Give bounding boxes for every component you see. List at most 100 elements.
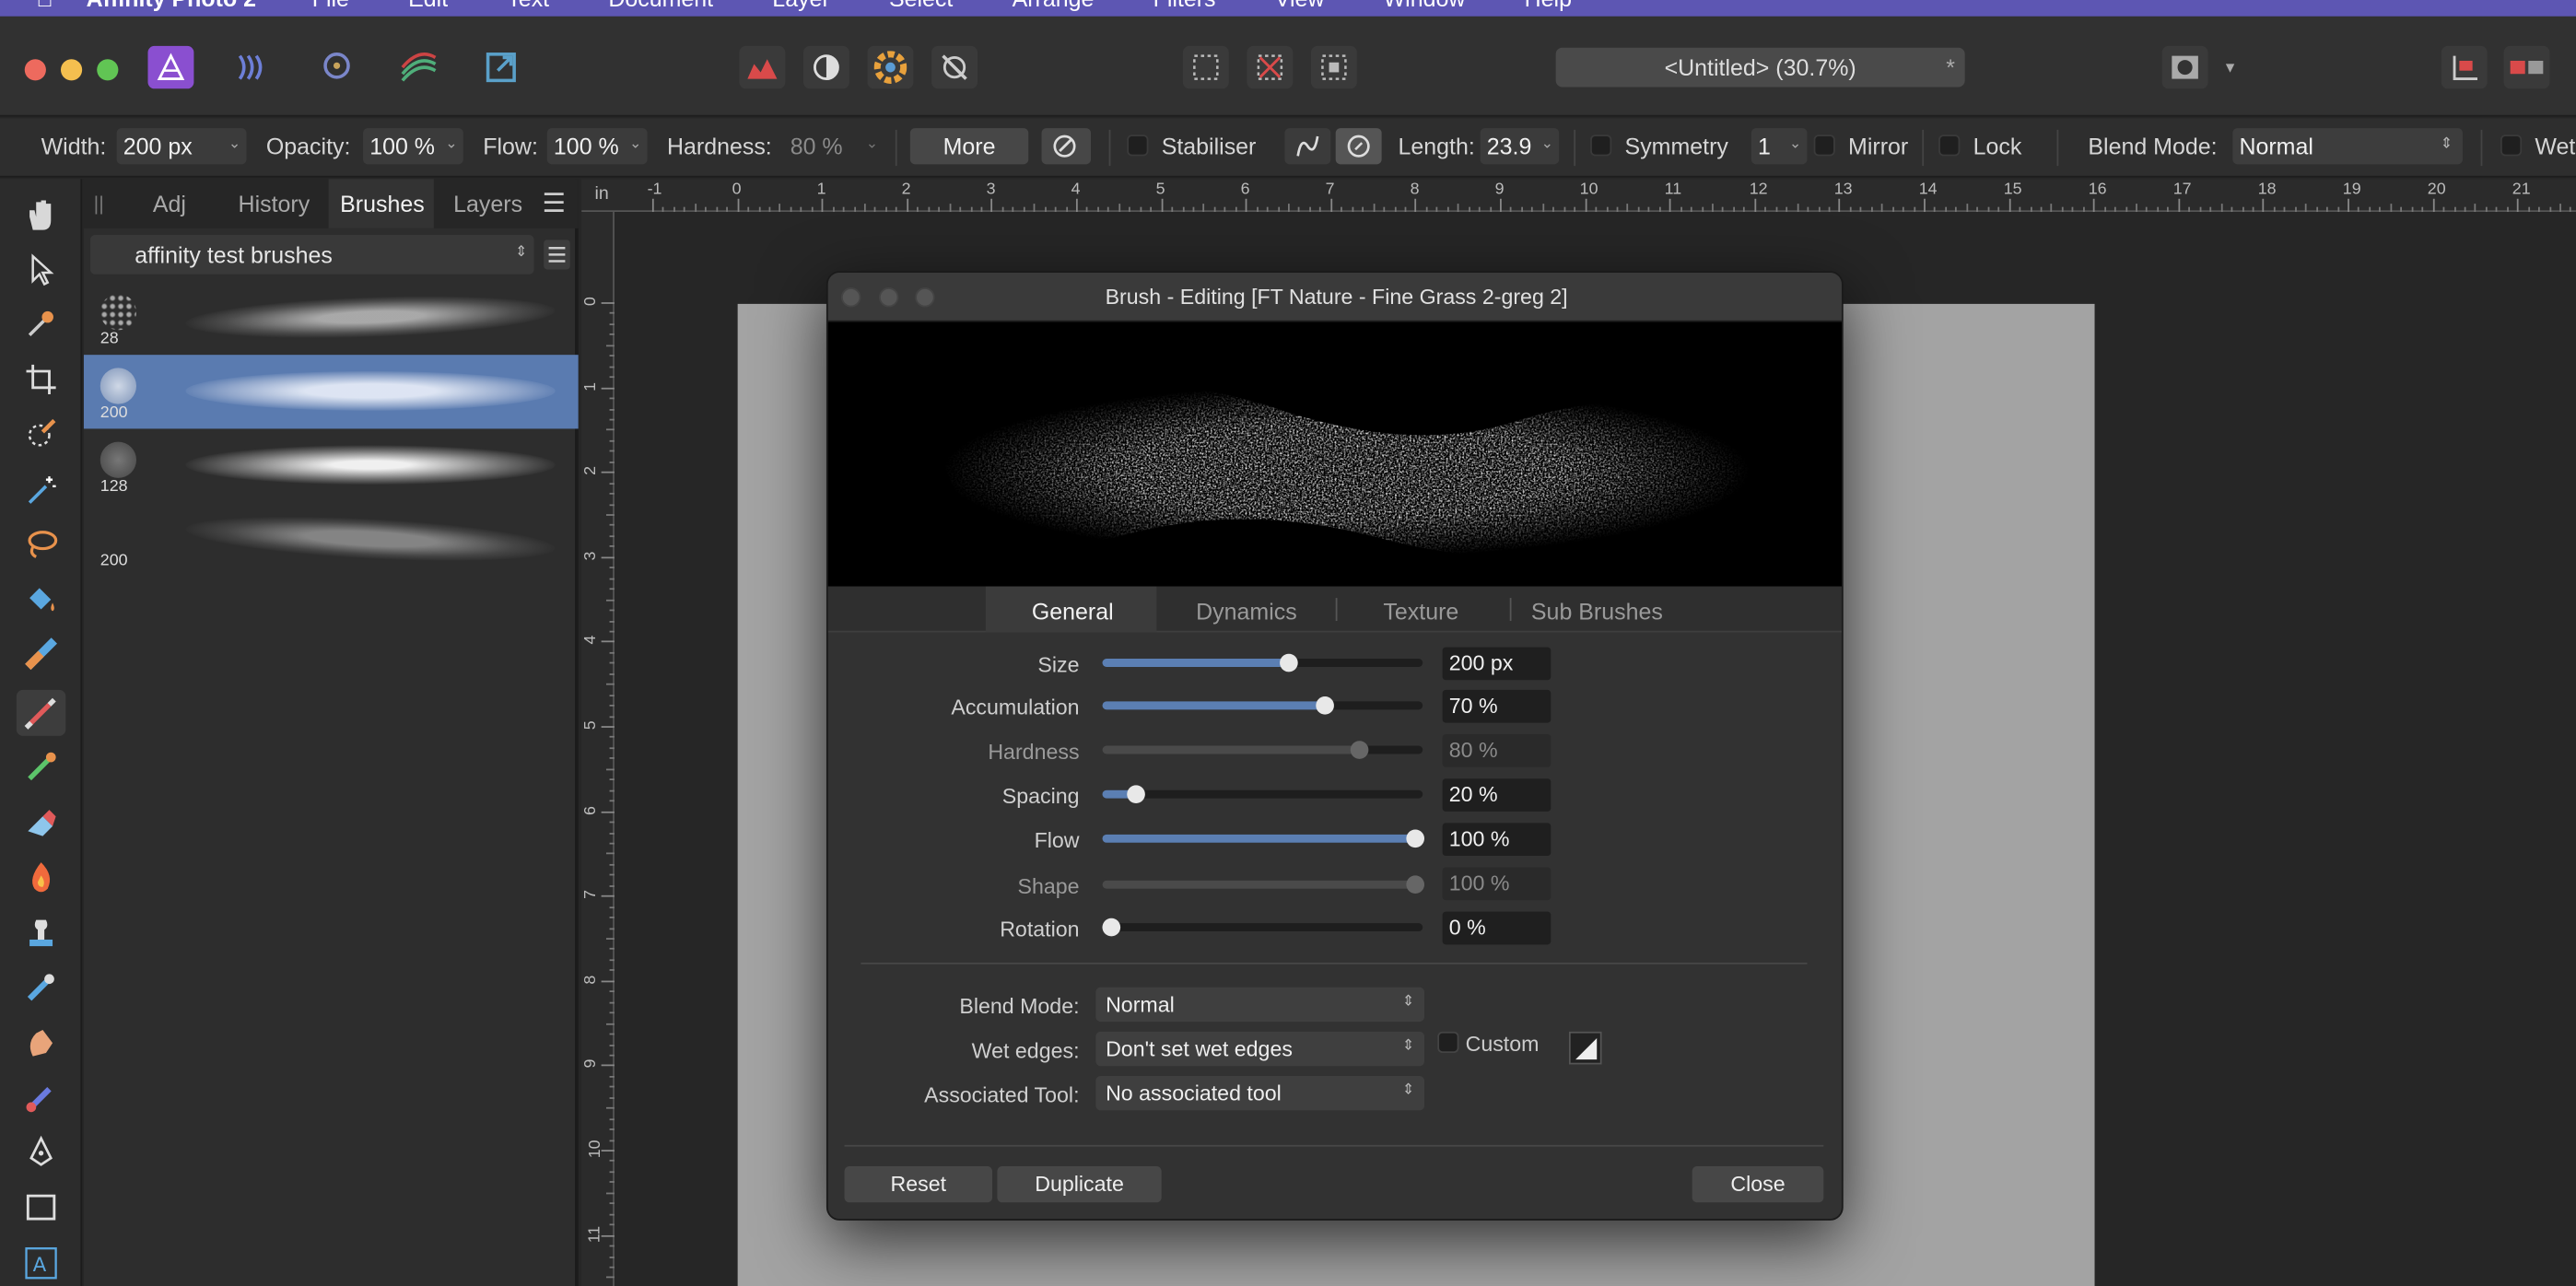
chevron-down-icon[interactable]: ⌄ <box>866 134 878 153</box>
menu-layer[interactable]: Layer <box>772 0 829 11</box>
size-slider[interactable] <box>1102 653 1423 672</box>
chevron-down-icon[interactable]: ⌄ <box>629 134 641 153</box>
list-view-icon[interactable] <box>544 240 570 270</box>
snapping-icon[interactable] <box>2441 45 2488 89</box>
brush-item[interactable]: 200 <box>84 503 579 577</box>
photo-persona-icon[interactable] <box>147 45 194 89</box>
close-window-button[interactable] <box>24 59 46 81</box>
adjustment-icon[interactable] <box>802 45 849 89</box>
magic-wand-icon[interactable] <box>21 470 61 509</box>
slider-knob[interactable] <box>1102 918 1121 937</box>
slider-knob[interactable] <box>1406 829 1425 848</box>
width-field[interactable]: 200 px <box>116 128 247 165</box>
rotation-input[interactable]: 0 % <box>1442 911 1551 945</box>
liquify-persona-icon[interactable] <box>230 46 276 88</box>
invert-selection-icon[interactable] <box>1310 45 1357 89</box>
dialog-titlebar[interactable]: Brush - Editing [FT Nature - Fine Grass … <box>827 273 1842 322</box>
assistant-icon[interactable] <box>2503 45 2550 89</box>
window-mode-icon[interactable] <box>1335 128 1382 165</box>
close-dialog-button[interactable]: Close <box>1692 1166 1824 1203</box>
reset-button[interactable]: Reset <box>844 1166 993 1203</box>
mask-brush-icon[interactable] <box>931 45 978 89</box>
slider-knob[interactable] <box>1315 696 1334 715</box>
force-pressure-icon[interactable] <box>1041 128 1092 165</box>
quick-mask-dropdown-icon[interactable]: ▼ <box>2223 59 2238 76</box>
flow-slider[interactable] <box>1102 829 1425 848</box>
mirror-checkbox[interactable] <box>1813 134 1835 157</box>
menu-document[interactable]: Document <box>608 0 713 11</box>
menu-view[interactable]: View <box>1275 0 1325 11</box>
menu-edit[interactable]: Edit <box>408 0 448 11</box>
chevron-down-icon[interactable]: ⌄ <box>445 134 457 153</box>
color-picker-icon[interactable] <box>21 304 61 344</box>
slider-knob[interactable] <box>1126 785 1144 803</box>
symmetry-checkbox[interactable] <box>1590 134 1612 157</box>
chevron-down-icon[interactable]: ⌄ <box>228 134 240 153</box>
pen-tool-icon[interactable] <box>21 1132 61 1172</box>
sponge-tool-icon[interactable] <box>21 1078 61 1117</box>
slider-knob[interactable] <box>1280 653 1298 672</box>
export-persona-icon[interactable] <box>480 46 526 88</box>
smudge-tool-icon[interactable] <box>21 1022 61 1061</box>
zoom-window-button[interactable] <box>97 59 119 81</box>
spacing-input[interactable]: 20 % <box>1442 778 1551 812</box>
stabiliser-checkbox[interactable] <box>1127 134 1149 157</box>
color-wheel-icon[interactable] <box>867 45 914 89</box>
text-tool-icon[interactable]: A <box>21 1244 61 1283</box>
brush-item[interactable]: 200 <box>83 355 579 429</box>
tone-mapping-persona-icon[interactable] <box>396 46 442 88</box>
tab-brushes[interactable]: Brushes <box>340 191 425 217</box>
tab-sub-brushes[interactable]: Sub Brushes <box>1531 598 1663 625</box>
menu-help[interactable]: Help <box>1525 0 1572 11</box>
lasso-tool-icon[interactable] <box>21 524 61 564</box>
rope-mode-icon[interactable] <box>1284 128 1331 165</box>
tab-adj[interactable]: Adj <box>153 191 186 217</box>
move-tool-icon[interactable] <box>21 250 61 289</box>
wet-edges-dropdown[interactable]: Don't set wet edges ⇕ <box>1095 1031 1425 1067</box>
menu-select[interactable]: Select <box>889 0 953 11</box>
tab-general[interactable]: General <box>1032 598 1114 625</box>
more-button[interactable]: More <box>909 128 1029 165</box>
wet-edges-checkbox[interactable] <box>2500 134 2523 157</box>
minimize-window-button[interactable] <box>60 59 83 81</box>
color-replacement-icon[interactable] <box>21 747 61 787</box>
gradient-tool-icon[interactable] <box>21 634 61 673</box>
paint-brush-icon[interactable] <box>16 689 66 736</box>
deselect-icon[interactable] <box>1247 45 1294 89</box>
hardness-value[interactable]: 80 % <box>790 133 843 159</box>
healing-brush-icon[interactable] <box>21 967 61 1007</box>
crop-tool-icon[interactable] <box>21 360 61 400</box>
panel-menu-icon[interactable]: ☰ <box>542 187 566 220</box>
wet-edge-curve-icon[interactable] <box>1568 1031 1602 1065</box>
selection-brush-icon[interactable] <box>21 414 61 453</box>
blend-mode-dropdown[interactable]: Normal ⇕ <box>2232 128 2463 165</box>
menu-window[interactable]: Window <box>1384 0 1466 11</box>
dialog-zoom-button[interactable] <box>915 287 935 308</box>
duplicate-button[interactable]: Duplicate <box>997 1166 1162 1203</box>
develop-persona-icon[interactable] <box>314 46 360 88</box>
menu-app[interactable]: Affinity Photo 2 <box>87 0 256 11</box>
accumulation-slider[interactable] <box>1102 696 1423 715</box>
associated-tool-dropdown[interactable]: No associated tool ⇕ <box>1095 1075 1425 1111</box>
document-tab[interactable]: <Untitled> (30.7%) * <box>1555 47 1965 88</box>
lock-checkbox[interactable] <box>1938 134 1961 157</box>
menu-text[interactable]: Text <box>507 0 549 11</box>
rectangle-tool-icon[interactable] <box>21 1187 61 1227</box>
clone-stamp-icon[interactable] <box>21 912 61 952</box>
brush-item[interactable]: 128 <box>84 428 579 502</box>
custom-checkbox[interactable] <box>1437 1031 1459 1054</box>
histogram-icon[interactable] <box>739 45 786 89</box>
quick-mask-icon[interactable] <box>2161 45 2208 89</box>
brush-category-dropdown[interactable]: affinity test brushes ⇕ <box>90 234 534 275</box>
chevron-down-icon[interactable]: ⌄ <box>1789 134 1801 153</box>
flow-input[interactable]: 100 % <box>1442 823 1551 857</box>
panel-grip-icon[interactable]: || <box>94 193 104 216</box>
dialog-close-button[interactable] <box>840 287 861 308</box>
rotation-slider[interactable] <box>1102 918 1423 937</box>
spacing-slider[interactable] <box>1102 785 1423 803</box>
brush-item[interactable]: 28 <box>84 281 579 355</box>
accumulation-input[interactable]: 70 % <box>1442 689 1551 723</box>
selection-icon[interactable] <box>1182 45 1229 89</box>
menu-file[interactable]: File <box>312 0 349 11</box>
eraser-icon[interactable] <box>21 801 61 841</box>
